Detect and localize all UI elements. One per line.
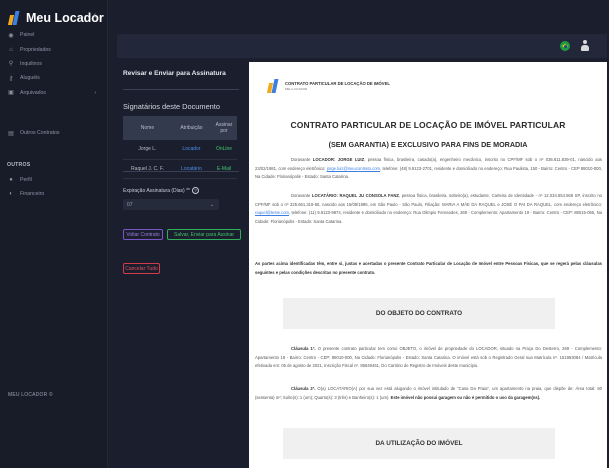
help-icon[interactable]: ? bbox=[191, 187, 199, 194]
chevron-down-icon: ⌄ bbox=[209, 201, 214, 208]
column-header: Assinar por bbox=[211, 116, 237, 140]
finance-icon: ◐ bbox=[9, 190, 13, 197]
signer-name: Raquel J. C. F. bbox=[123, 159, 172, 179]
sidebar-item-inquilinos[interactable]: ⚲ Inquilinos bbox=[0, 57, 108, 71]
sidebar-item-outros-contratos[interactable]: ▤ Outros Contratos bbox=[0, 126, 108, 140]
home-icon: ⌂ bbox=[9, 46, 13, 53]
archive-icon: ▣ bbox=[8, 90, 14, 97]
column-header: Atribuição bbox=[171, 116, 211, 140]
text: Doravante bbox=[291, 193, 312, 198]
top-bar bbox=[117, 34, 607, 58]
signer-method: OnLine bbox=[211, 140, 237, 160]
signers-title: Signatários deste Documento bbox=[123, 102, 220, 111]
profile-icon: ● bbox=[9, 176, 13, 183]
chevron-right-icon: › bbox=[94, 89, 96, 96]
tenant-email-link[interactable]: raquel@teste.com bbox=[255, 210, 289, 215]
gauge-icon: ◉ bbox=[8, 32, 14, 39]
tenant-name: LOCATÁRIO: RAQUEL JU CONSOLA FANZ bbox=[311, 193, 399, 198]
sidebar-item-label: Financeiro bbox=[20, 190, 45, 197]
sidebar-item-label: Outros Contratos bbox=[20, 130, 60, 137]
panel-title: Revisar e Enviar para Assinatura bbox=[123, 70, 226, 77]
agreement-paragraph: As partes acima identificadas têm, entre… bbox=[255, 261, 602, 275]
key-icon: ⚷ bbox=[8, 75, 14, 82]
expiration-label: Expiração Assinatura (Dias) ** ? bbox=[123, 187, 199, 194]
sidebar-item-label: Painel bbox=[20, 32, 35, 39]
divider bbox=[123, 89, 239, 90]
brazil-flag-icon[interactable] bbox=[560, 41, 570, 51]
collapse-sidebar-icon[interactable]: ‹ bbox=[93, 10, 96, 21]
sidebar-item-label: Arquivados bbox=[20, 89, 46, 96]
signer-role: Locador bbox=[171, 140, 211, 160]
review-panel: Revisar e Enviar para Assinatura Signatá… bbox=[117, 62, 244, 468]
document-header: CONTRATO PARTICULAR DE LOCAÇÃO DE IMÓVEL… bbox=[266, 78, 390, 94]
sidebar-footer: MEU LOCADOR © bbox=[8, 392, 53, 398]
document-icon: ▤ bbox=[8, 130, 14, 137]
sidebar-nav: ◉ Painel ⌂ Propriedades ⚲ Inquilinos ⚷ A… bbox=[0, 28, 108, 201]
section-heading: DA UTILIZAÇÃO DO IMÓVEL bbox=[283, 428, 555, 459]
meu-locador-logo-icon bbox=[7, 10, 22, 26]
section-heading: DO OBJETO DO CONTRATO bbox=[283, 298, 555, 329]
sidebar-section-outros: OUTROS bbox=[7, 162, 31, 169]
cancel-all-button[interactable]: Cancelar Tudo bbox=[123, 263, 160, 274]
signers-table: Nome Atribuição Assinar por Jorge L. Loc… bbox=[123, 116, 237, 179]
clause-label: Cláusula 1ª. bbox=[291, 346, 316, 351]
sidebar-item-propriedades[interactable]: ⌂ Propriedades bbox=[0, 42, 108, 56]
brand[interactable]: Meu Locador bbox=[7, 7, 104, 29]
contract-document: CONTRATO PARTICULAR DE LOCAÇÃO DE IMÓVEL… bbox=[249, 62, 607, 468]
expiration-label-text: Expiração Assinatura (Dias) ** bbox=[123, 187, 190, 194]
tenant-paragraph: Doravante LOCATÁRIO: RAQUEL JU CONSOLA F… bbox=[255, 192, 602, 226]
sidebar-item-financeiro[interactable]: ◐ Financeiro bbox=[0, 187, 108, 201]
clause-1: Cláusula 1ª. O presente contrato particu… bbox=[255, 345, 602, 371]
clause-2: Cláusula 2ª. O(a) LOCATÁRIO(A) por sua v… bbox=[255, 385, 602, 402]
clause-label: Cláusula 2ª. bbox=[291, 386, 316, 391]
landlord-name: LOCADOR: JORGE LUIZ bbox=[312, 157, 365, 162]
table-row: Jorge L. Locador OnLine bbox=[123, 140, 237, 160]
sidebar-item-label: Inquilinos bbox=[20, 60, 42, 67]
user-icon: ⚲ bbox=[8, 61, 14, 68]
save-send-to-sign-button[interactable]: Salvar, Enviar para Assinar bbox=[167, 229, 241, 240]
document-title: CONTRATO PARTICULAR DE LOCAÇÃO DE IMÓVEL… bbox=[290, 120, 566, 130]
column-header: Nome bbox=[123, 116, 172, 140]
user-account-icon[interactable] bbox=[580, 40, 590, 52]
divider bbox=[123, 171, 239, 172]
sidebar-item-perfil[interactable]: ● Perfil bbox=[0, 172, 108, 186]
table-header-row: Nome Atribuição Assinar por bbox=[123, 116, 237, 140]
meu-locador-logo-icon bbox=[266, 78, 281, 94]
document-header-title: CONTRATO PARTICULAR DE LOCAÇÃO DE IMÓVEL bbox=[285, 81, 390, 86]
back-to-contract-button[interactable]: Voltar Contrato bbox=[123, 229, 163, 240]
expiration-select[interactable]: 07 ⌄ bbox=[123, 199, 219, 210]
sidebar-item-label: Perfil bbox=[20, 176, 32, 183]
text: Este imóvel não possui garagem ou não é … bbox=[390, 394, 541, 400]
document-subtitle: (SEM GARANTIA) E EXCLUSIVO PARA FINS DE … bbox=[328, 140, 528, 149]
signer-role: Locatário bbox=[171, 159, 211, 179]
sidebar: Meu Locador ‹ ◉ Painel ⌂ Propriedades ⚲ … bbox=[0, 0, 108, 468]
signer-method: E-Mail bbox=[211, 159, 237, 179]
text: , telefone: (11) 9.9123-9874, residente … bbox=[255, 210, 602, 224]
sidebar-item-label: Propriedades bbox=[20, 46, 51, 53]
sidebar-item-alugueis[interactable]: ⚷ Aluguéis bbox=[0, 71, 108, 85]
text: Doravante bbox=[291, 157, 313, 162]
table-row: Raquel J. C. F. Locatário E-Mail bbox=[123, 159, 237, 179]
landlord-email-link[interactable]: jorge.luiz@meucontrato.com bbox=[327, 166, 380, 171]
sidebar-item-painel[interactable]: ◉ Painel bbox=[0, 28, 108, 42]
signer-name: Jorge L. bbox=[123, 140, 172, 160]
sidebar-item-arquivados[interactable]: ▣ Arquivados › bbox=[0, 86, 108, 100]
landlord-paragraph: Doravante LOCADOR: JORGE LUIZ, pessoa fí… bbox=[255, 156, 602, 182]
document-header-text: CONTRATO PARTICULAR DE LOCAÇÃO DE IMÓVEL… bbox=[285, 81, 390, 91]
document-header-subtitle: MEU LOCADOR bbox=[285, 87, 308, 91]
sidebar-item-label: Aluguéis bbox=[20, 75, 40, 82]
expiration-value: 07 bbox=[127, 201, 133, 208]
